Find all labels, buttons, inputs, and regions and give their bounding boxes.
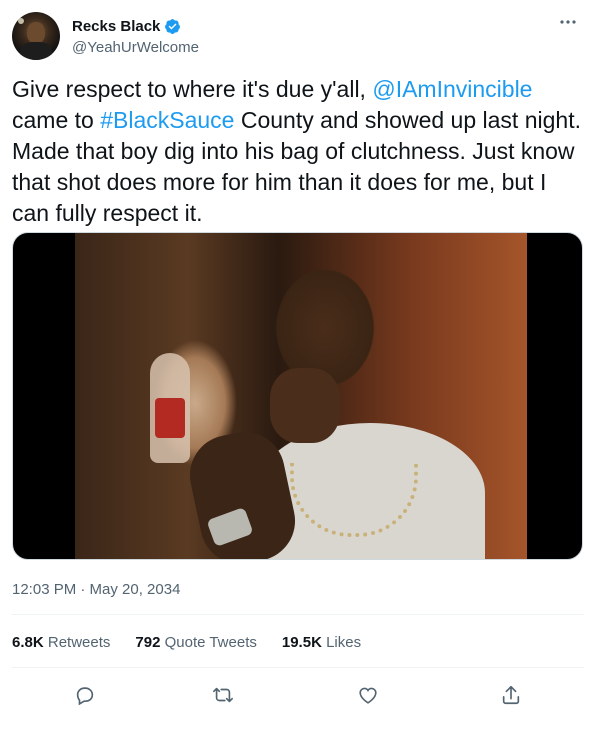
more-options-icon[interactable] <box>556 14 580 30</box>
action-bar <box>0 676 596 716</box>
quotes-count: 792 <box>135 634 161 651</box>
quotes-label: Quote Tweets <box>164 634 257 651</box>
verified-badge-icon <box>164 18 181 35</box>
retweets-label: Retweets <box>47 634 111 651</box>
likes-count: 19.5K <box>281 634 322 651</box>
likes-label: Likes <box>326 634 362 651</box>
retweets-count: 6.8K <box>12 634 44 651</box>
retweet-icon <box>213 687 233 703</box>
retweet-button[interactable] <box>208 680 238 710</box>
tweet-card: Recks Black @YeahUrWelcome Give respect … <box>0 0 596 731</box>
engagement-stats: 6.8K Retweets 792 Quote Tweets 19.5K Lik… <box>12 634 386 651</box>
reply-icon <box>76 687 94 706</box>
share-icon <box>502 685 520 705</box>
retweets-stat[interactable]: 6.8K Retweets <box>12 634 110 651</box>
author-handle[interactable]: @YeahUrWelcome <box>72 39 199 56</box>
tweet-header: Recks Black @YeahUrWelcome <box>12 12 584 62</box>
video-frame <box>75 233 527 559</box>
tweet-media-video[interactable] <box>12 232 583 560</box>
tweet-timestamp[interactable]: 12:03 PM · May 20, 2034 <box>12 581 180 598</box>
share-button[interactable] <box>496 680 526 710</box>
tweet-text-part: Give respect to where it's due y'all, <box>12 76 373 102</box>
tweet-text-part: came to <box>12 107 101 133</box>
author-info: Recks Black @YeahUrWelcome <box>72 16 199 57</box>
divider <box>12 667 584 668</box>
hashtag-link[interactable]: #BlackSauce <box>100 107 234 133</box>
like-icon <box>359 687 377 704</box>
mention-link[interactable]: @IAmInvincible <box>372 76 532 102</box>
avatar[interactable] <box>12 12 60 60</box>
like-button[interactable] <box>353 680 383 710</box>
divider <box>12 614 584 615</box>
author-display-name[interactable]: Recks Black <box>72 18 160 35</box>
quote-tweets-stat[interactable]: 792 Quote Tweets <box>135 634 256 651</box>
tweet-text: Give respect to where it's due y'all, @I… <box>12 74 586 229</box>
likes-stat[interactable]: 19.5K Likes <box>282 634 361 651</box>
reply-button[interactable] <box>70 680 100 710</box>
